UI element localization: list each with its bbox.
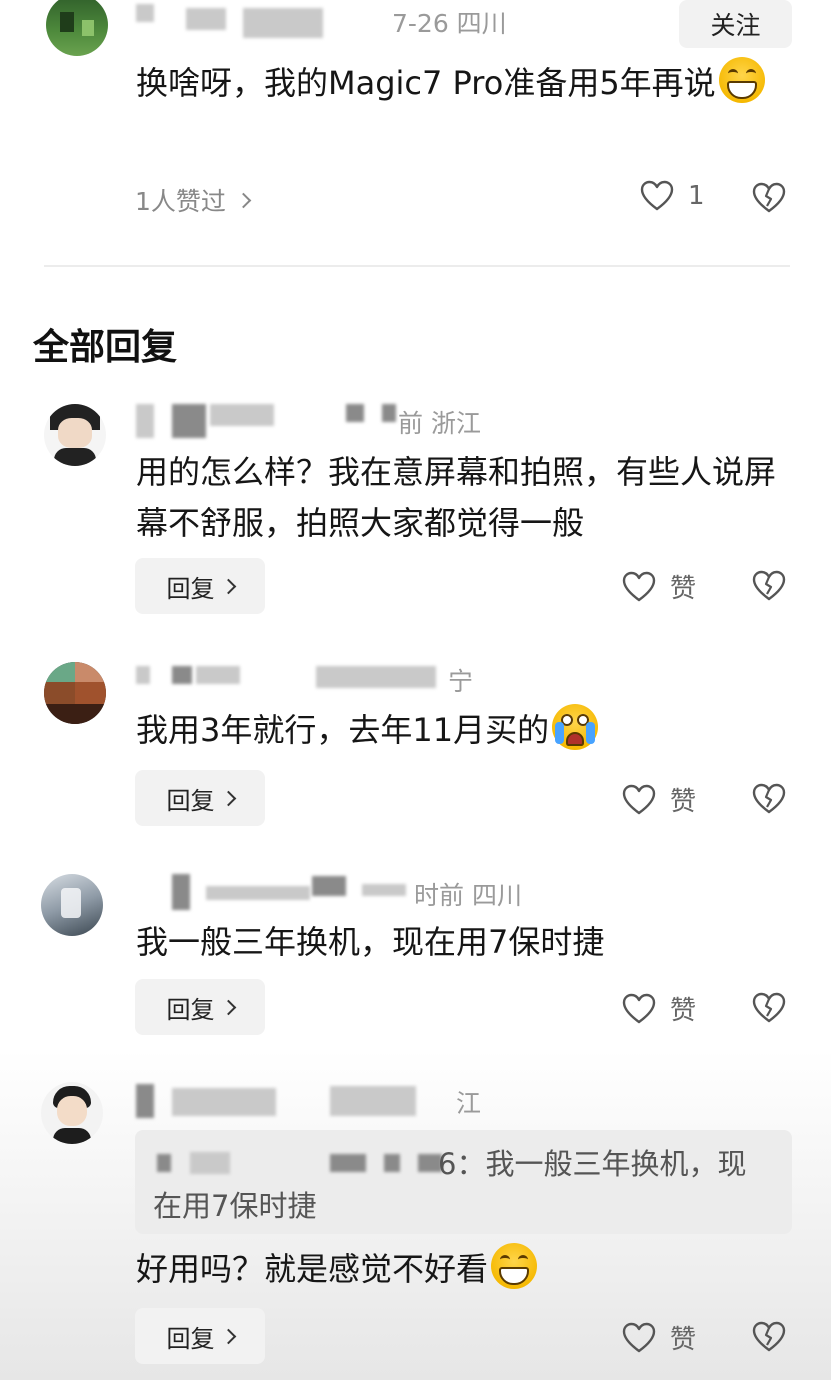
like-button[interactable]: 赞 bbox=[622, 781, 696, 818]
heart-outline-icon bbox=[622, 993, 656, 1025]
likers-link[interactable]: 1人赞过 bbox=[135, 182, 252, 218]
chevron-right-icon bbox=[220, 1328, 236, 1344]
reply-button[interactable]: 回复 bbox=[135, 558, 265, 614]
username-redacted bbox=[206, 886, 310, 900]
reply-meta: 宁 bbox=[448, 667, 474, 696]
username-redacted bbox=[312, 876, 346, 896]
reply-button-label: 回复 bbox=[166, 995, 215, 1024]
like-label: 赞 bbox=[670, 1325, 697, 1355]
reply-text: 我一般三年换机，现在用7保时捷 bbox=[136, 923, 605, 961]
username-redacted bbox=[136, 666, 150, 684]
username-redacted bbox=[172, 666, 192, 684]
comment-text: 换啥呀，我的Magic7 Pro准备用5年再说 bbox=[136, 57, 776, 109]
section-title: 全部回复 bbox=[33, 327, 178, 368]
username-redacted bbox=[382, 404, 396, 422]
heart-outline-icon bbox=[622, 571, 656, 603]
chevron-right-icon bbox=[220, 999, 236, 1015]
grinning-emoji-icon bbox=[491, 1243, 538, 1289]
username-redacted bbox=[172, 1088, 276, 1116]
crying-emoji-icon bbox=[552, 704, 599, 750]
username-redacted bbox=[243, 8, 323, 38]
reply-button-label: 回复 bbox=[166, 786, 215, 815]
avatar[interactable] bbox=[44, 404, 106, 466]
avatar[interactable] bbox=[41, 1082, 103, 1144]
like-label: 赞 bbox=[670, 574, 697, 604]
reply-text-content: 我用3年就行，去年11月买的 bbox=[136, 711, 550, 749]
likers-label: 1人赞过 bbox=[135, 187, 226, 216]
avatar[interactable] bbox=[46, 0, 108, 56]
username-redacted bbox=[136, 1084, 154, 1118]
reply-text: 用的怎么样？我在意屏幕和拍照，有些人说屏幕不舒服，拍照大家都觉得一般 bbox=[136, 453, 777, 542]
reply-button[interactable]: 回复 bbox=[135, 1308, 265, 1364]
username-redacted bbox=[210, 404, 274, 426]
username-redacted bbox=[172, 404, 206, 438]
reply-text-content: 好用吗？就是感觉不好看 bbox=[136, 1250, 489, 1288]
username-redacted bbox=[316, 666, 436, 688]
like-button[interactable]: 赞 bbox=[622, 990, 696, 1027]
follow-button[interactable]: 关注 bbox=[679, 0, 792, 48]
heart-outline-icon bbox=[622, 1322, 656, 1354]
comment-text-content: 换啥呀，我的Magic7 Pro准备用5年再说 bbox=[136, 64, 716, 102]
reply-button-label: 回复 bbox=[166, 574, 215, 603]
chevron-right-icon bbox=[220, 790, 236, 806]
username-redacted bbox=[346, 404, 364, 422]
comment-meta: 7-26 四川 bbox=[392, 9, 507, 38]
broken-heart-icon[interactable] bbox=[752, 1321, 786, 1353]
broken-heart-icon[interactable] bbox=[752, 783, 786, 815]
reply-button[interactable]: 回复 bbox=[135, 770, 265, 826]
reply-meta: 前 浙江 bbox=[398, 409, 481, 438]
like-button[interactable]: 1 bbox=[640, 180, 705, 212]
broken-heart-icon[interactable] bbox=[752, 992, 786, 1024]
reply-button[interactable]: 回复 bbox=[135, 979, 265, 1035]
like-label: 赞 bbox=[670, 787, 697, 817]
grinning-emoji-icon bbox=[718, 57, 765, 103]
chevron-right-icon bbox=[235, 192, 252, 208]
broken-heart-icon[interactable] bbox=[752, 182, 786, 214]
like-button[interactable]: 赞 bbox=[622, 568, 696, 605]
username-redacted bbox=[136, 404, 154, 438]
reply-meta: 江 bbox=[456, 1089, 482, 1118]
avatar[interactable] bbox=[41, 874, 103, 936]
like-button[interactable]: 赞 bbox=[622, 1319, 696, 1356]
like-count: 1 bbox=[688, 181, 705, 211]
like-label: 赞 bbox=[670, 996, 697, 1026]
reply-text: 我用3年就行，去年11月买的 bbox=[136, 704, 786, 756]
username-redacted bbox=[362, 884, 406, 896]
username-redacted bbox=[330, 1086, 416, 1116]
username-redacted bbox=[186, 8, 226, 30]
divider bbox=[44, 265, 790, 267]
username-redacted bbox=[172, 874, 190, 910]
quoted-reply-content: 6：我一般三年换机，现在用7保时捷 bbox=[153, 1147, 747, 1223]
reply-button-label: 回复 bbox=[166, 1324, 215, 1353]
avatar[interactable] bbox=[44, 662, 106, 724]
reply-text: 好用吗？就是感觉不好看 bbox=[136, 1243, 786, 1295]
username-redacted bbox=[136, 4, 154, 22]
username-redacted bbox=[196, 666, 240, 684]
chevron-right-icon bbox=[220, 578, 236, 594]
quoted-reply-text: 6：我一般三年换机，现在用7保时捷 bbox=[153, 1143, 773, 1227]
broken-heart-icon[interactable] bbox=[752, 570, 786, 602]
heart-outline-icon bbox=[640, 180, 674, 212]
reply-meta: 时前 四川 bbox=[414, 881, 522, 910]
heart-outline-icon bbox=[622, 784, 656, 816]
